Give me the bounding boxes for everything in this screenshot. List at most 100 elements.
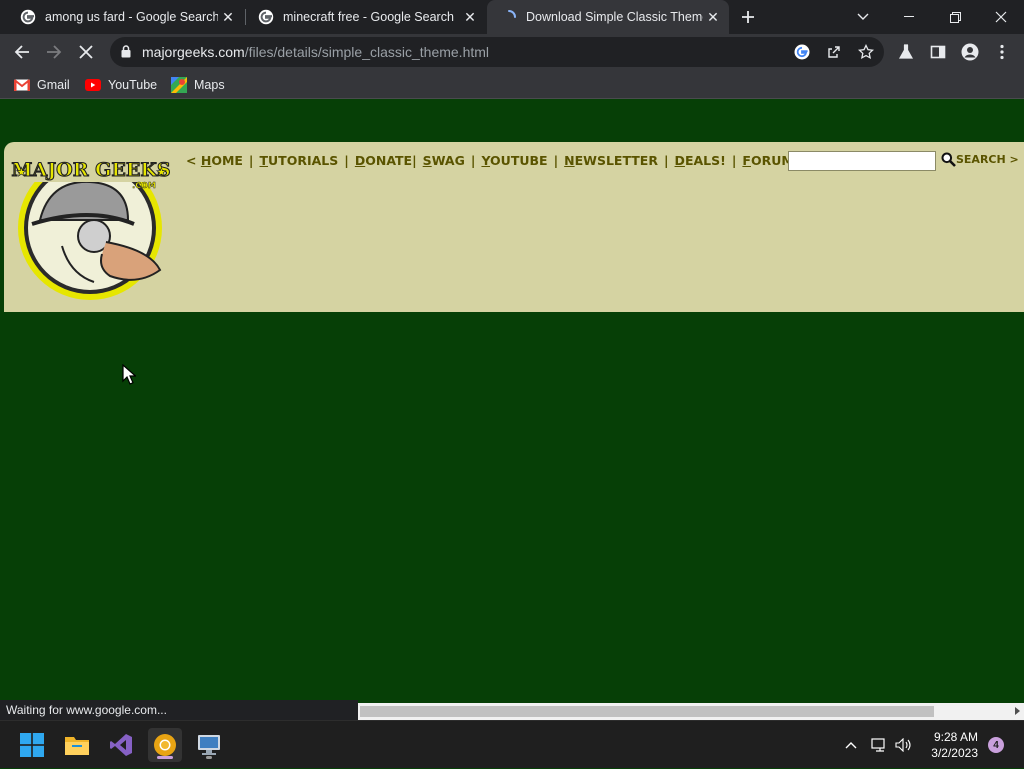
bookmark-label: Maps [194, 78, 225, 92]
bookmarks-bar: Gmail YouTube Maps [0, 70, 1024, 99]
address-bar[interactable]: majorgeeks.com/files/details/simple_clas… [110, 37, 884, 67]
clock-time: 9:28 AM [933, 730, 978, 744]
profile-button[interactable] [956, 38, 984, 66]
status-bubble: Waiting for www.google.com... [0, 700, 358, 720]
tab-search-button[interactable] [840, 0, 886, 34]
tab-title: Download Simple Classic Theme [526, 10, 703, 24]
share-icon [828, 46, 840, 58]
site-header: MAJOR GEEKS .COM ★ ★ < HOME | TUTORIALS … [4, 142, 1024, 312]
mouse-cursor-icon [122, 364, 136, 385]
star-icon [858, 44, 874, 60]
logo-subtext: .COM [132, 181, 156, 190]
nav-prefix: < [186, 153, 197, 168]
tab-strip: among us fard - Google Search ✕ minecraf… [0, 0, 1024, 34]
menu-button[interactable] [988, 38, 1016, 66]
loading-spinner-icon [508, 10, 516, 18]
google-lens-button[interactable] [792, 42, 812, 62]
new-tab-button[interactable] [736, 5, 760, 29]
tab-minecraft[interactable]: minecraft free - Google Search ✕ [238, 0, 486, 34]
forward-arrow-icon [47, 45, 62, 59]
horizontal-scrollbar[interactable] [358, 703, 1024, 720]
bookmark-star-button[interactable] [856, 42, 876, 62]
visual-studio-button[interactable] [104, 728, 138, 762]
nav-link-deals[interactable]: DEALS! [675, 153, 726, 168]
browser-toolbar: majorgeeks.com/files/details/simple_clas… [0, 34, 1024, 70]
remote-desktop-button[interactable] [192, 728, 226, 762]
profile-icon [961, 43, 979, 61]
side-panel-button[interactable] [924, 38, 952, 66]
tab-simple-classic-theme[interactable]: Download Simple Classic Theme ✕ [487, 0, 729, 34]
plus-icon [742, 11, 754, 23]
running-app-indicator [206, 756, 212, 759]
speaker-icon [895, 738, 911, 752]
restore-button[interactable] [932, 0, 978, 34]
tab-close-icon[interactable]: ✕ [218, 7, 238, 27]
stop-loading-button[interactable] [72, 38, 100, 66]
file-explorer-button[interactable] [60, 728, 94, 762]
nav-separator: | [663, 153, 669, 168]
url-text[interactable]: majorgeeks.com/files/details/simple_clas… [142, 44, 489, 60]
logo-text: MAJOR GEEKS [11, 159, 170, 181]
bookmark-maps[interactable]: Maps [171, 76, 225, 94]
nav-separator: | [470, 153, 476, 168]
google-g-icon [794, 44, 810, 60]
nav-link-newsletter[interactable]: NEWSLETTER [564, 153, 658, 168]
lock-icon[interactable] [121, 45, 131, 58]
nav-link-swag[interactable]: SWAG [423, 153, 465, 168]
svg-text:★: ★ [156, 165, 167, 179]
site-search-input[interactable] [788, 151, 936, 171]
scroll-right-arrow-icon[interactable] [1015, 707, 1020, 715]
kebab-menu-icon [1000, 44, 1004, 60]
nav-separator: | [248, 153, 254, 168]
nav-separator: | [553, 153, 559, 168]
windows-taskbar: 9:28 AM 3/2/2023 4 [0, 720, 1024, 768]
major-geeks-logo[interactable]: MAJOR GEEKS .COM ★ ★ [10, 150, 172, 302]
back-button[interactable] [8, 38, 36, 66]
gmail-icon [14, 77, 30, 93]
clock-date: 3/2/2023 [931, 746, 978, 760]
close-icon [995, 11, 1007, 23]
bookmark-label: YouTube [108, 78, 158, 92]
network-button[interactable] [868, 721, 890, 769]
nav-separator: | [412, 153, 417, 168]
bookmark-label: Gmail [37, 78, 70, 92]
forward-button[interactable] [40, 38, 68, 66]
flask-icon [898, 44, 914, 59]
notification-badge[interactable]: 4 [988, 737, 1004, 753]
magnifier-icon [941, 152, 956, 167]
tab-title: among us fard - Google Search [45, 10, 218, 24]
start-button[interactable] [15, 728, 49, 762]
chevron-down-icon [857, 13, 869, 20]
taskbar-clock[interactable]: 9:28 AM 3/2/2023 [918, 729, 978, 761]
bookmark-youtube[interactable]: YouTube [85, 76, 157, 94]
share-button[interactable] [824, 42, 844, 62]
labs-button[interactable] [892, 38, 920, 66]
chevron-up-icon [845, 742, 857, 749]
minimize-button[interactable] [886, 0, 932, 34]
google-g-icon [20, 9, 36, 25]
tab-close-icon[interactable]: ✕ [703, 7, 723, 27]
nav-separator: | [731, 153, 737, 168]
maps-icon [171, 77, 187, 93]
visual-studio-icon [110, 734, 132, 756]
volume-button[interactable] [892, 721, 914, 769]
nav-link-donate[interactable]: DONATE [355, 153, 412, 168]
site-nav: < HOME | TUTORIALS | DONATE | SWAG | YOU… [186, 153, 819, 168]
folder-icon [65, 737, 89, 755]
scrollbar-thumb[interactable] [360, 706, 934, 717]
nav-link-home[interactable]: HOME [201, 153, 243, 168]
remote-desktop-icon [198, 735, 220, 755]
chrome-taskbar-button[interactable] [148, 728, 182, 762]
show-hidden-icons-button[interactable] [840, 721, 862, 769]
close-window-button[interactable] [978, 0, 1024, 34]
bookmark-gmail[interactable]: Gmail [14, 76, 70, 94]
active-app-indicator [157, 756, 173, 759]
network-icon [871, 738, 885, 752]
restore-icon [949, 11, 961, 23]
windows-logo-icon [20, 733, 44, 757]
nav-link-tutorials[interactable]: TUTORIALS [260, 153, 339, 168]
tab-among-us[interactable]: among us fard - Google Search ✕ [0, 0, 244, 34]
site-search-button[interactable]: SEARCH > [941, 152, 1019, 167]
tab-close-icon[interactable]: ✕ [460, 7, 480, 27]
nav-link-youtube[interactable]: YOUTUBE [481, 153, 547, 168]
